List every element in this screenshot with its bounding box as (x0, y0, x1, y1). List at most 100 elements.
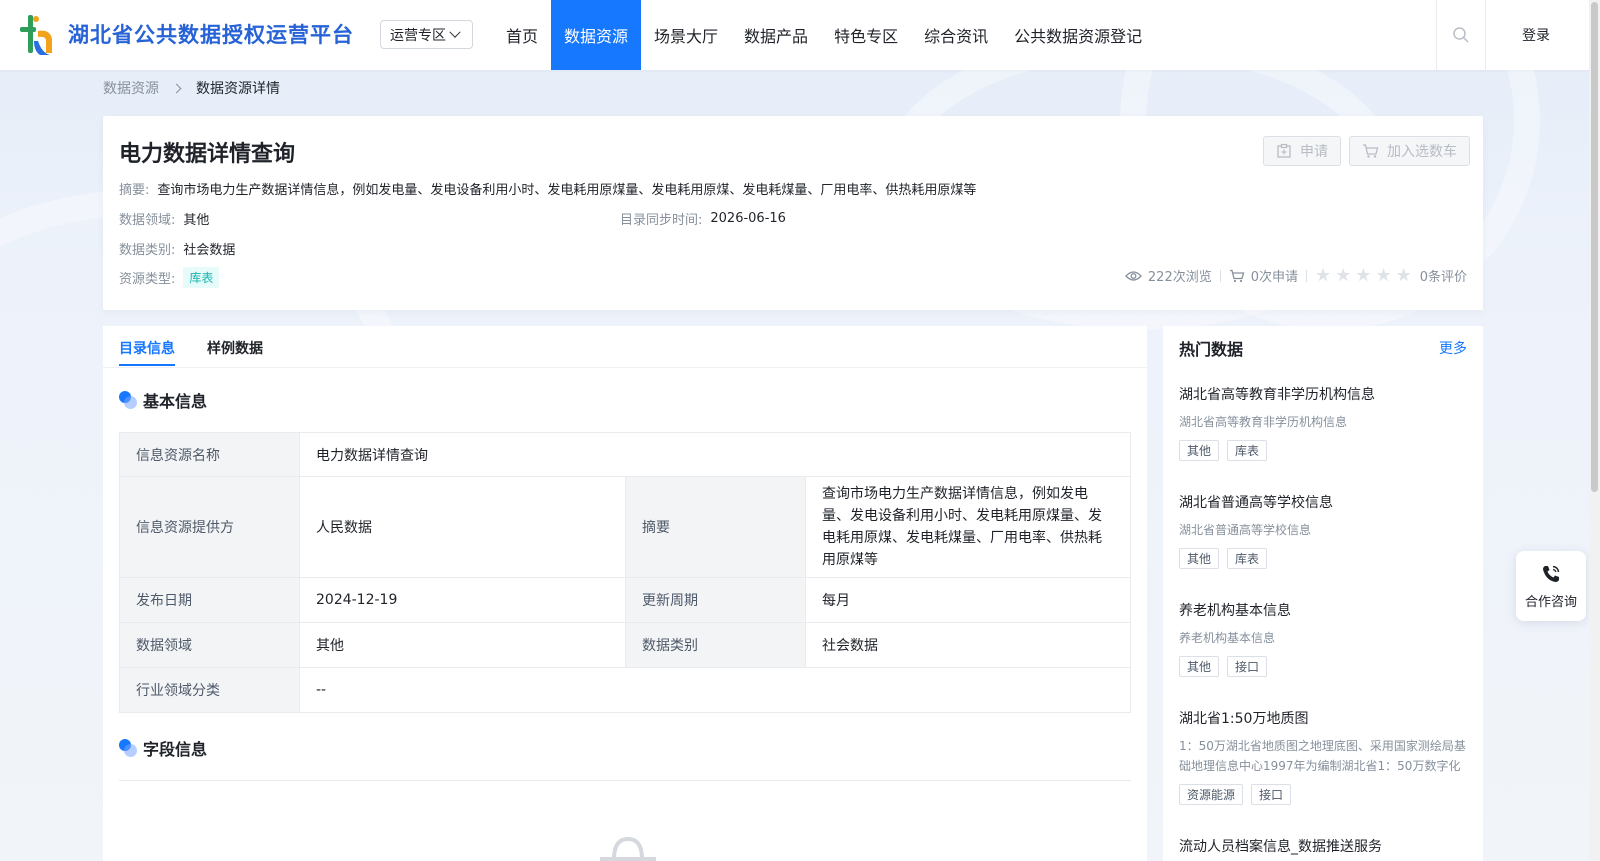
list-item[interactable]: 湖北省1:50万地质图 1：50万湖北省地质图之地理底图、采用国家测绘局基础地理… (1179, 708, 1469, 805)
tag: 其他 (1179, 656, 1220, 677)
tab-sample-data[interactable]: 样例数据 (207, 338, 263, 358)
cart-icon (1229, 269, 1245, 283)
section-bullet-icon (119, 391, 137, 409)
tag: 接口 (1251, 784, 1292, 805)
section-divider (119, 780, 1131, 781)
nav-public-data-registration[interactable]: 公共数据资源登记 (1001, 0, 1155, 70)
hot-data-title: 热门数据 (1179, 340, 1244, 359)
eye-icon (1125, 270, 1142, 282)
nav-featured-zone[interactable]: 特色专区 (821, 0, 911, 70)
hot-item-tags: 资源能源 接口 (1179, 784, 1469, 805)
table-row: 数据领域 其他 数据类别 社会数据 (119, 622, 1131, 668)
basic-info-table: 信息资源名称 电力数据详情查询 信息资源提供方 人民数据 摘要 查询市场电力生产… (119, 432, 1131, 713)
table-value: 电力数据详情查询 (299, 432, 1131, 477)
star-icon: ★ (1395, 264, 1412, 286)
consult-label: 合作咨询 (1524, 594, 1577, 610)
list-item[interactable]: 湖北省普通高等学校信息 湖北省普通高等学校信息 其他 库表 (1179, 492, 1469, 569)
nav-scene-hall[interactable]: 场景大厅 (641, 0, 731, 70)
hot-item-name[interactable]: 湖北省高等教育非学历机构信息 (1179, 384, 1469, 404)
apply-button[interactable]: 申请 (1263, 136, 1341, 166)
sync-time-value: 2026-06-16 (710, 211, 786, 226)
table-value: 人民数据 (299, 476, 626, 578)
ops-zone-label: 运营专区 (390, 27, 446, 44)
nav-data-resources[interactable]: 数据资源 (551, 0, 642, 70)
breadcrumb-data-resources[interactable]: 数据资源 (103, 78, 159, 98)
sync-time-row: 目录同步时间: 2026-06-16 (620, 209, 786, 228)
hot-item-desc: 养老机构基本信息 (1179, 631, 1276, 645)
nav-home[interactable]: 首页 (493, 0, 551, 70)
detail-panel: 目录信息 样例数据 基本信息 信息资源名称 电力数据详情查询 信息资源提供方 人… (103, 326, 1147, 861)
main-nav: 首页 数据资源 场景大厅 数据产品 特色专区 综合资讯 公共数据资源登记 (493, 0, 1155, 70)
hot-item-name[interactable]: 湖北省普通高等学校信息 (1179, 492, 1469, 512)
hot-data-sidebar: 热门数据 更多 湖北省高等教育非学历机构信息 湖北省高等教育非学历机构信息 其他… (1163, 326, 1483, 861)
domain-value: 其他 (183, 213, 210, 228)
domain-row: 数据领域: 其他 (119, 209, 209, 228)
nav-news[interactable]: 综合资讯 (911, 0, 1001, 70)
cooperation-consult-button[interactable]: 合作咨询 (1516, 551, 1586, 621)
reviews-count: 0条评价 (1419, 270, 1467, 285)
table-key: 更新周期 (625, 577, 806, 623)
resource-summary-card: 电力数据详情查询 申请 加入选数车 摘要: 查询市场电力生产数据详情信息，例如发… (103, 116, 1483, 310)
logo-text: 湖北省公共数据授权运营平台 (68, 23, 354, 47)
cart-icon (1362, 143, 1379, 159)
resource-type-tag: 库表 (183, 267, 220, 288)
star-icon: ★ (1355, 264, 1372, 286)
tab-catalog-info[interactable]: 目录信息 (119, 338, 175, 358)
star-icon: ★ (1335, 264, 1352, 286)
breadcrumb: 数据资源 数据资源详情 (103, 78, 280, 98)
resource-stats: 222次浏览 0次申请 ★ ★ ★ ★ ★ 0条评价 (1125, 266, 1467, 285)
page-scrollbar[interactable] (1589, 0, 1600, 861)
table-value: -- (299, 667, 1131, 713)
table-row: 行业领域分类 -- (119, 667, 1131, 713)
table-value: 其他 (299, 622, 626, 668)
page-title: 电力数据详情查询 (119, 142, 296, 167)
hot-item-tags: 其他 库表 (1179, 440, 1469, 461)
resource-type-key: 资源类型: (119, 272, 176, 287)
rating-stars: ★ ★ ★ ★ ★ (1315, 264, 1416, 286)
site-logo[interactable]: 湖北省公共数据授权运营平台 (16, 10, 354, 58)
detail-tabs: 目录信息 样例数据 (103, 326, 1147, 368)
hot-data-header: 热门数据 更多 (1179, 336, 1467, 360)
category-key: 数据类别: (119, 243, 176, 258)
hot-item-tags: 其他 库表 (1179, 548, 1469, 569)
breadcrumb-current: 数据资源详情 (196, 81, 280, 97)
login-link[interactable]: 登录 (1522, 0, 1550, 70)
phone-icon (1543, 565, 1560, 582)
ops-zone-select[interactable]: 运营专区 (380, 20, 473, 49)
hot-item-name[interactable]: 湖北省1:50万地质图 (1179, 708, 1469, 728)
tag: 接口 (1227, 656, 1268, 677)
list-item[interactable]: 养老机构基本信息 养老机构基本信息 其他 接口 (1179, 600, 1469, 677)
table-row: 信息资源名称 电力数据详情查询 (119, 432, 1131, 477)
tag: 资源能源 (1179, 784, 1244, 805)
table-value: 2024-12-19 (299, 577, 626, 623)
table-value: 社会数据 (805, 622, 1131, 668)
chevron-right-icon (171, 83, 182, 93)
search-button[interactable] (1436, 0, 1486, 70)
add-to-cart-label: 加入选数车 (1387, 144, 1457, 160)
hot-item-name[interactable]: 养老机构基本信息 (1179, 600, 1469, 620)
tag: 其他 (1179, 440, 1220, 461)
category-value: 社会数据 (183, 243, 236, 258)
tag: 库表 (1227, 440, 1268, 461)
applies-count: 0次申请 (1250, 270, 1299, 285)
category-row: 数据类别: 社会数据 (119, 239, 235, 258)
basic-info-heading: 基本信息 (119, 388, 207, 412)
apply-label: 申请 (1300, 144, 1328, 160)
table-key: 摘要 (625, 476, 806, 578)
star-icon: ★ (1375, 264, 1392, 286)
hot-item-name[interactable]: 流动人员档案信息_数据推送服务 (1179, 836, 1469, 856)
nav-data-products[interactable]: 数据产品 (731, 0, 821, 70)
stats-divider (1306, 269, 1308, 282)
table-row: 信息资源提供方 人民数据 摘要 查询市场电力生产数据详情信息，例如发电量、发电设… (119, 476, 1131, 578)
add-to-cart-button[interactable]: 加入选数车 (1349, 136, 1470, 166)
table-key: 数据领域 (119, 622, 300, 668)
field-info-heading: 字段信息 (119, 736, 207, 760)
views-count: 222次浏览 (1147, 270, 1212, 285)
list-item[interactable]: 流动人员档案信息_数据推送服务 (1179, 836, 1469, 856)
list-item[interactable]: 湖北省高等教育非学历机构信息 湖北省高等教育非学历机构信息 其他 库表 (1179, 384, 1469, 461)
more-link[interactable]: 更多 (1439, 338, 1467, 358)
summary-value: 查询市场电力生产数据详情信息，例如发电量、发电设备利用小时、发电耗用原煤量、发电… (157, 183, 977, 198)
scrollbar-thumb[interactable] (1591, 2, 1598, 492)
table-value: 查询市场电力生产数据详情信息，例如发电量、发电设备利用小时、发电耗用原煤量、发电… (805, 476, 1131, 578)
top-navbar: 湖北省公共数据授权运营平台 运营专区 首页 数据资源 场景大厅 数据产品 特色专… (0, 0, 1600, 70)
